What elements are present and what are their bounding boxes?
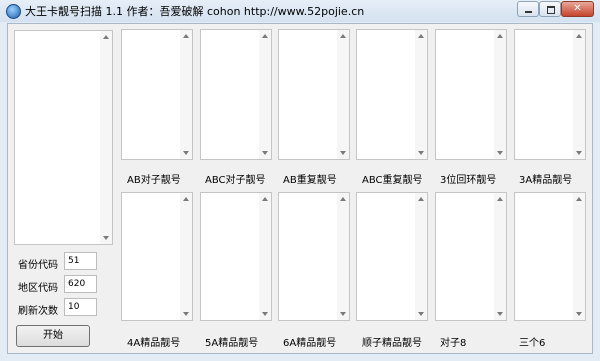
- list-6a[interactable]: [278, 192, 350, 321]
- province-code-label: 省份代码: [18, 260, 58, 271]
- list-scrollbar[interactable]: [337, 30, 349, 159]
- list-abc-repeat[interactable]: [356, 29, 428, 160]
- scroll-down-icon[interactable]: [103, 236, 109, 240]
- list-scrollbar[interactable]: [259, 30, 271, 159]
- scroll-down-icon[interactable]: [497, 312, 503, 316]
- scroll-down-icon[interactable]: [418, 151, 424, 155]
- title-bar: 大王卡靓号扫描 1.1 作者：吾爱破解 cohon http://www.52p…: [0, 0, 600, 22]
- list-scrollbar[interactable]: [573, 193, 585, 320]
- scroll-up-icon[interactable]: [418, 197, 424, 201]
- label-5a: 5A精品靓号: [205, 338, 259, 349]
- label-abc-pair: ABC对子靓号: [205, 175, 266, 186]
- area-code-input[interactable]: 620: [64, 275, 97, 293]
- window-title: 大王卡靓号扫描 1.1 作者：吾爱破解 cohon http://www.52p…: [25, 5, 365, 18]
- label-4a: 4A精品靓号: [127, 338, 181, 349]
- label-sequence: 顺子精品靓号: [362, 338, 422, 349]
- scroll-up-icon[interactable]: [497, 197, 503, 201]
- scroll-down-icon[interactable]: [262, 151, 268, 155]
- list-pair-8[interactable]: [435, 192, 507, 321]
- number-list[interactable]: [14, 30, 113, 245]
- scroll-down-icon[interactable]: [418, 312, 424, 316]
- list-4a[interactable]: [121, 192, 193, 321]
- maximize-button[interactable]: [539, 1, 561, 17]
- scroll-up-icon[interactable]: [262, 197, 268, 201]
- list-scrollbar[interactable]: [415, 193, 427, 320]
- scroll-down-icon[interactable]: [340, 312, 346, 316]
- list-abc-pair[interactable]: [200, 29, 272, 160]
- label-6a: 6A精品靓号: [283, 338, 337, 349]
- label-3a: 3A精品靓号: [519, 175, 573, 186]
- label-ab-pair: AB对子靓号: [127, 175, 181, 186]
- scroll-down-icon[interactable]: [262, 312, 268, 316]
- scroll-down-icon[interactable]: [183, 151, 189, 155]
- scroll-up-icon[interactable]: [262, 34, 268, 38]
- list-scrollbar[interactable]: [259, 193, 271, 320]
- refresh-count-label: 刷新次数: [18, 306, 58, 317]
- scroll-down-icon[interactable]: [183, 312, 189, 316]
- list-ab-pair[interactable]: [121, 29, 193, 160]
- scroll-down-icon[interactable]: [497, 151, 503, 155]
- scroll-up-icon[interactable]: [340, 34, 346, 38]
- list-three-6[interactable]: [514, 192, 586, 321]
- close-icon: ✕: [573, 3, 582, 14]
- start-button[interactable]: 开始: [16, 325, 90, 347]
- scroll-down-icon[interactable]: [576, 151, 582, 155]
- scroll-up-icon[interactable]: [497, 34, 503, 38]
- minimize-icon: [518, 2, 538, 16]
- scroll-down-icon[interactable]: [340, 151, 346, 155]
- label-pair-8: 对子8: [440, 338, 467, 349]
- list-scrollbar[interactable]: [494, 193, 506, 320]
- number-list-scrollbar[interactable]: [100, 31, 112, 244]
- app-icon: [6, 4, 21, 19]
- province-code-input[interactable]: 51: [64, 252, 97, 270]
- scroll-down-icon[interactable]: [576, 312, 582, 316]
- scroll-up-icon[interactable]: [418, 34, 424, 38]
- minimize-button[interactable]: [517, 1, 539, 17]
- scroll-up-icon[interactable]: [183, 197, 189, 201]
- list-scrollbar[interactable]: [415, 30, 427, 159]
- list-scrollbar[interactable]: [180, 30, 192, 159]
- list-scrollbar[interactable]: [337, 193, 349, 320]
- area-code-label: 地区代码: [18, 283, 58, 294]
- scroll-up-icon[interactable]: [576, 34, 582, 38]
- list-3a[interactable]: [514, 29, 586, 160]
- label-abc-repeat: ABC重复靓号: [362, 175, 423, 186]
- list-scrollbar[interactable]: [180, 193, 192, 320]
- scroll-up-icon[interactable]: [340, 197, 346, 201]
- maximize-icon: [540, 2, 560, 16]
- list-3-loop[interactable]: [435, 29, 507, 160]
- list-scrollbar[interactable]: [573, 30, 585, 159]
- list-sequence[interactable]: [356, 192, 428, 321]
- list-5a[interactable]: [200, 192, 272, 321]
- label-ab-repeat: AB重复靓号: [283, 175, 337, 186]
- close-button[interactable]: ✕: [561, 1, 594, 17]
- label-3-loop: 3位回环靓号: [440, 175, 497, 186]
- label-three-6: 三个6: [519, 338, 546, 349]
- refresh-count-input[interactable]: 10: [64, 298, 97, 316]
- scroll-up-icon[interactable]: [103, 35, 109, 39]
- scroll-up-icon[interactable]: [576, 197, 582, 201]
- scroll-up-icon[interactable]: [183, 34, 189, 38]
- list-scrollbar[interactable]: [494, 30, 506, 159]
- list-ab-repeat[interactable]: [278, 29, 350, 160]
